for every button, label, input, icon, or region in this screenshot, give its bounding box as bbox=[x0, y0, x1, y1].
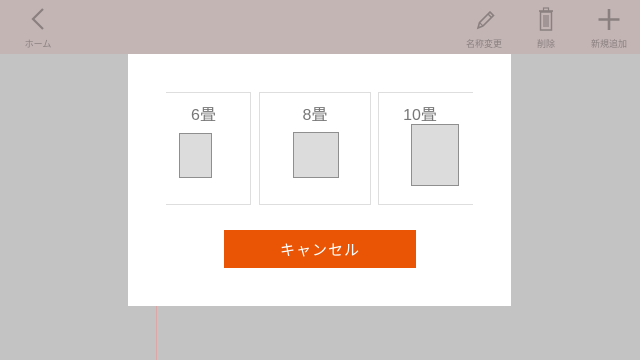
room-size-label: 8畳 bbox=[302, 107, 328, 124]
trash-icon bbox=[539, 7, 553, 31]
room-shape-icon bbox=[293, 132, 339, 178]
home-label: ホーム bbox=[24, 39, 52, 49]
room-size-carousel[interactable]: 6畳 8畳 10畳 bbox=[166, 92, 473, 205]
room-size-label: 6畳 bbox=[191, 107, 216, 124]
room-size-option-8[interactable]: 8畳 bbox=[259, 92, 371, 205]
rename-button[interactable]: 名称変更 bbox=[456, 6, 512, 52]
rename-label: 名称変更 bbox=[465, 39, 502, 49]
chevron-left-icon bbox=[31, 8, 44, 30]
add-new-button[interactable]: 新規追加 bbox=[583, 6, 635, 52]
delete-label: 削除 bbox=[536, 39, 555, 49]
room-shape-icon bbox=[179, 133, 212, 178]
delete-button[interactable]: 削除 bbox=[523, 6, 569, 52]
room-size-dialog: 6畳 8畳 10畳 キャンセル bbox=[128, 54, 511, 306]
cancel-button[interactable]: キャンセル bbox=[224, 230, 416, 268]
add-new-label: 新規追加 bbox=[590, 39, 627, 49]
room-size-option-10[interactable]: 10畳 bbox=[378, 92, 473, 205]
room-size-option-6[interactable]: 6畳 bbox=[166, 92, 251, 205]
plus-icon bbox=[598, 9, 620, 30]
home-button[interactable]: ホーム bbox=[18, 6, 58, 52]
room-size-label: 10畳 bbox=[403, 107, 437, 124]
top-toolbar: ホーム 名称変更 削除 新規追加 bbox=[0, 0, 640, 54]
pencil-icon bbox=[476, 10, 495, 30]
room-shape-icon bbox=[411, 124, 459, 186]
